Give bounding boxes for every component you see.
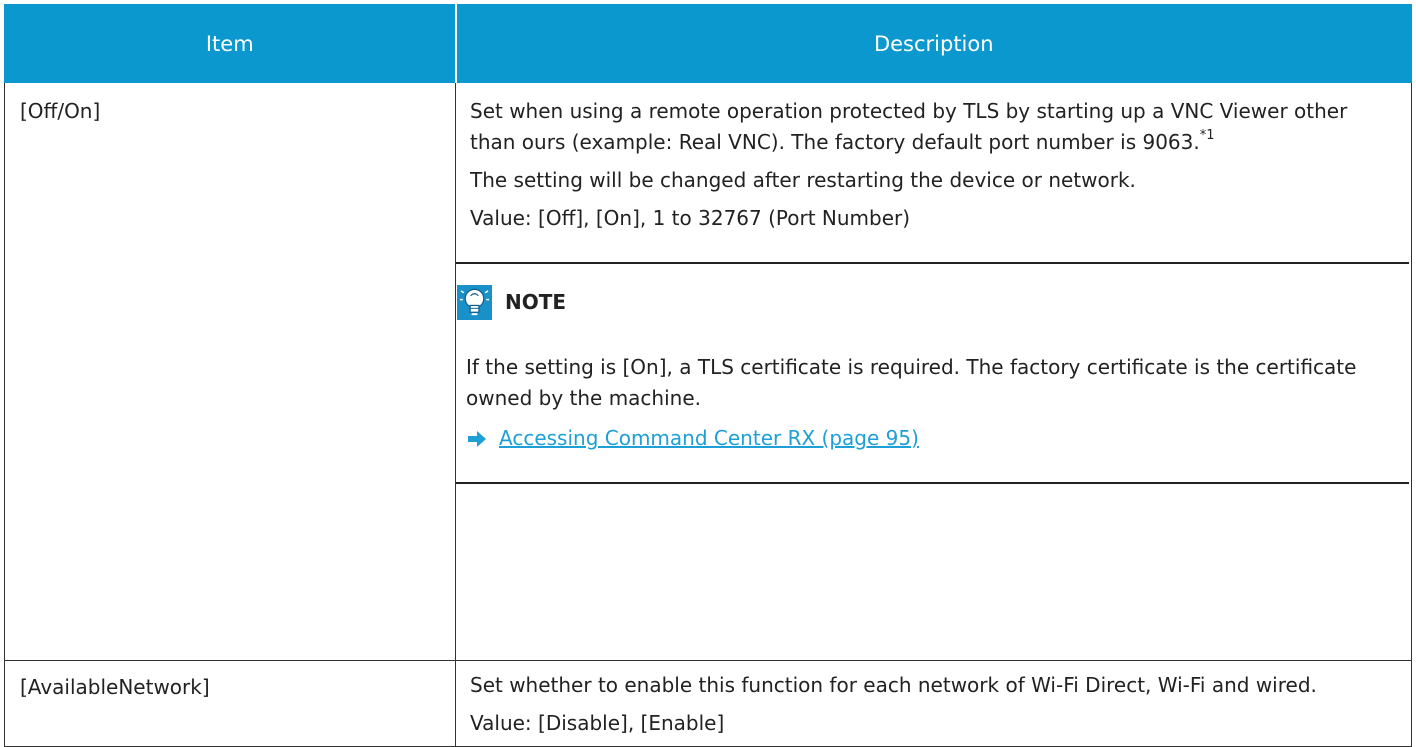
item-label: [Off/On] [20, 99, 101, 123]
description-paragraph: Set when using a remote operation protec… [470, 96, 1396, 158]
note-header: NOTE [457, 280, 1409, 324]
note-link-line: Accessing Command Center RX (page 95) [466, 423, 1409, 454]
table-header-row: Item Description [4, 4, 1412, 83]
note-text: If the setting is [On], a TLS certificat… [466, 355, 1357, 410]
note-body: If the setting is [On], a TLS certificat… [456, 324, 1409, 414]
column-header-item: Item [4, 4, 457, 83]
command-center-link[interactable]: Accessing Command Center RX (page 95) [499, 423, 919, 454]
item-cell: [Off/On] [4, 82, 456, 661]
settings-table: Item Description [Off/On] Set when using… [4, 4, 1412, 747]
table-row: [AvailableNetwork] Set whether to enable… [4, 660, 1412, 747]
note-title: NOTE [505, 289, 567, 314]
description-text: Set when using a remote operation protec… [470, 99, 1348, 154]
description-cell: Set whether to enable this function for … [455, 660, 1412, 747]
column-header-description: Description [455, 4, 1412, 83]
item-cell: [AvailableNetwork] [4, 660, 456, 747]
item-label: [AvailableNetwork] [20, 675, 210, 699]
description-cell: Set when using a remote operation protec… [455, 82, 1412, 661]
value-paragraph: Value: [Off], [On], 1 to 32767 (Port Num… [470, 206, 911, 230]
description-paragraph: Set whether to enable this function for … [470, 673, 1317, 697]
value-paragraph: Value: [Disable], [Enable] [470, 711, 725, 735]
note-lightbulb-icon [457, 284, 492, 320]
note-box: NOTE If the setting is [On], a TLS certi… [456, 262, 1409, 484]
table-row: [Off/On] Set when using a remote operati… [4, 82, 1412, 661]
footnote-marker: *1 [1199, 128, 1215, 144]
description-paragraph: The setting will be changed after restar… [470, 168, 1136, 192]
arrow-right-icon [468, 430, 486, 447]
